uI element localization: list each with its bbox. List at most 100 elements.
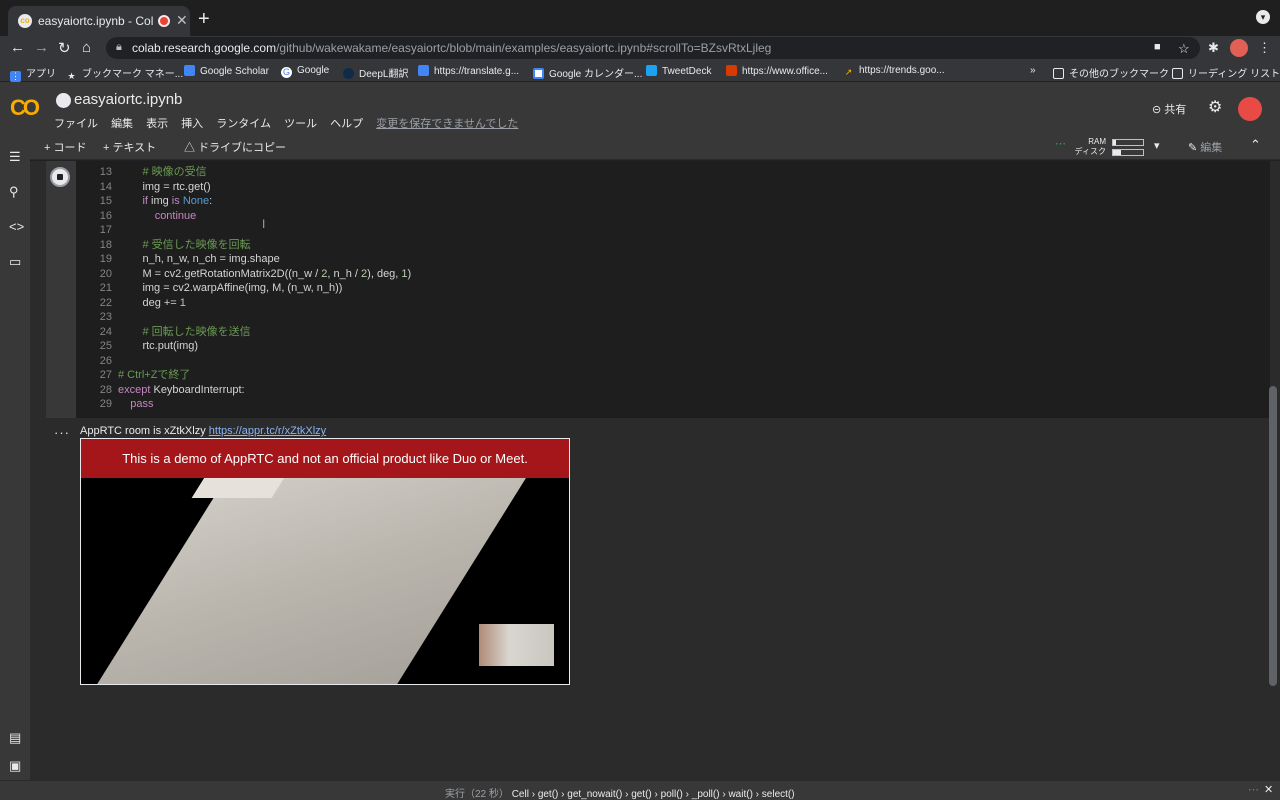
command-palette-icon[interactable]: ▤	[9, 730, 21, 746]
camera-icon[interactable]: ■	[1154, 41, 1161, 53]
browser-menu-icon[interactable]: ⋮	[1258, 40, 1271, 56]
browser-tab[interactable]: co easyaiortc.ipynb - Colabora ✕	[8, 6, 190, 36]
bookmark-star-icon[interactable]: ☆	[1178, 41, 1190, 57]
code-line[interactable]: 29 pass	[78, 397, 411, 412]
stack-frame: wait() ›	[728, 789, 762, 800]
execution-status[interactable]: 実行（22 秒） Cell › get() › get_nowait() › g…	[445, 785, 795, 800]
menu-runtime[interactable]: ランタイム	[216, 118, 271, 130]
tab-search-icon[interactable]: ▾	[1256, 10, 1270, 24]
code-line[interactable]: 23	[78, 310, 411, 325]
line-number: 15	[99, 195, 112, 207]
notebook-title[interactable]: easyaiortc.ipynb	[74, 91, 182, 108]
pencil-icon: ✎	[1188, 142, 1201, 154]
colab-logo[interactable]: CO	[10, 95, 40, 121]
settings-gear-icon[interactable]: ⚙	[1208, 97, 1222, 117]
edit-button[interactable]: ✎ 編集	[1188, 139, 1222, 155]
lock-icon: 🔒︎	[116, 41, 122, 53]
files-folder-icon[interactable]: ▭	[9, 254, 21, 270]
menu-file[interactable]: ファイル	[54, 118, 98, 130]
menu-tools[interactable]: ツール	[284, 118, 317, 130]
code-line[interactable]: 18 # 受信した映像を回転	[78, 238, 411, 253]
code-snippets-icon[interactable]: <>	[9, 219, 24, 234]
menu-view[interactable]: 表示	[146, 118, 168, 130]
forward-icon[interactable]: →	[34, 39, 49, 56]
unsaved-notice-link[interactable]: 変更を保存できませんでした	[376, 118, 518, 130]
code-line[interactable]: 28 except KeyboardInterrupt:	[78, 383, 411, 398]
line-number: 29	[99, 398, 112, 410]
bookmark-trends[interactable]: ↗ https://trends.goo...	[843, 65, 945, 78]
new-tab-button[interactable]: +	[198, 8, 210, 31]
reading-list[interactable]: リーディング リスト	[1172, 65, 1280, 80]
code-line[interactable]: 27 # Ctrl+Zで終了	[78, 368, 411, 383]
code-line[interactable]: 19 n_h, n_w, n_ch = img.shape	[78, 252, 411, 267]
back-icon[interactable]: ←	[10, 39, 25, 56]
bookmark-apps[interactable]: ⋮ アプリ	[10, 65, 56, 82]
code-line[interactable]: 17	[78, 223, 411, 238]
close-tab-icon[interactable]: ✕	[176, 12, 188, 29]
bookmark-google[interactable]: G Google	[281, 65, 329, 78]
code-line[interactable]: 26	[78, 354, 411, 369]
search-icon[interactable]: ⚲	[9, 184, 19, 200]
twitter-icon	[646, 65, 657, 76]
menu-edit[interactable]: 編集	[111, 118, 133, 130]
notebook-scrollbar[interactable]	[1269, 386, 1277, 686]
calendar-icon	[533, 68, 544, 79]
drive-icon: △	[184, 142, 199, 154]
code-line[interactable]: 20 M = cv2.getRotationMatrix2D((n_w / 2,…	[78, 267, 411, 282]
cell-toolbar: + コード + テキスト △ ドライブにコピー ⋯ RAM ディスク ▾ ✎ 編集…	[0, 134, 1280, 160]
collapse-header-icon[interactable]: ⌃	[1250, 137, 1261, 153]
code-editor[interactable]: 13 # 映像の受信 14 img = rtc.get() 15 if img is…	[78, 165, 411, 412]
code-cell[interactable]: 13 # 映像の受信 14 img = rtc.get() 15 if img is…	[46, 161, 1270, 418]
extensions-icon[interactable]: ✱	[1208, 40, 1219, 56]
code-line[interactable]: 25 rtc.put(img)	[78, 339, 411, 354]
room-link[interactable]: https://appr.tc/r/xZtkXlzy	[209, 425, 326, 437]
bookmark-manager[interactable]: ★ ブックマーク マネー...	[66, 65, 183, 82]
table-of-contents-icon[interactable]: ☰	[9, 149, 21, 165]
output-menu-icon[interactable]: ···	[54, 425, 70, 440]
menu-insert[interactable]: 挿入	[181, 118, 203, 130]
code-line[interactable]: 15 if img is None:	[78, 194, 411, 209]
code-line[interactable]: 24 # 回転した映像を送信	[78, 325, 411, 340]
code-line[interactable]: 13 # 映像の受信	[78, 165, 411, 180]
address-bar[interactable]: 🔒︎ colab.research.google.com/github/wake…	[106, 37, 1200, 59]
bookmark-calendar[interactable]: Google カレンダー...	[533, 65, 642, 80]
bookmark-translate[interactable]: https://translate.g...	[418, 65, 519, 77]
close-status-icon[interactable]: ✕	[1264, 783, 1273, 796]
scholar-icon	[184, 65, 195, 76]
other-bookmarks[interactable]: その他のブックマーク	[1053, 65, 1169, 80]
link-icon: ⊝	[1152, 104, 1165, 116]
code-line[interactable]: 16 continue	[78, 209, 411, 224]
code-text: deg += 1	[142, 296, 186, 309]
code-line[interactable]: 22 deg += 1	[78, 296, 411, 311]
line-number: 20	[99, 267, 112, 280]
bookmark-scholar[interactable]: Google Scholar	[184, 65, 269, 77]
bookmark-tweetdeck[interactable]: TweetDeck	[646, 65, 711, 77]
trends-icon: ↗	[844, 67, 853, 77]
reload-icon[interactable]: ↻	[58, 39, 71, 57]
bookmark-office[interactable]: https://www.office...	[726, 65, 828, 77]
line-number: 26	[99, 354, 112, 367]
code-line[interactable]: 14 img = rtc.get()	[78, 180, 411, 195]
bookmark-deepl[interactable]: DeepL翻訳	[343, 65, 408, 80]
menu-help[interactable]: ヘルプ	[330, 118, 363, 130]
code-line[interactable]: 21 img = cv2.warpAffine(img, M, (n_w, n_…	[78, 281, 411, 296]
status-indicator-icon: ⋯	[1248, 784, 1259, 796]
terminal-icon[interactable]: ▣	[9, 758, 21, 774]
copy-to-drive-button[interactable]: △ ドライブにコピー	[184, 139, 286, 155]
bookmarks-overflow[interactable]: »	[1030, 65, 1036, 76]
resources-dropdown-icon[interactable]: ▾	[1154, 139, 1160, 152]
home-icon[interactable]: ⌂	[82, 39, 91, 56]
profile-avatar[interactable]	[1230, 39, 1248, 57]
stack-frame: get_nowait() ›	[567, 789, 632, 800]
stop-execution-button[interactable]	[50, 167, 70, 187]
line-number: 28	[99, 383, 112, 396]
user-avatar[interactable]	[1238, 97, 1262, 121]
share-button[interactable]: ⊝ 共有	[1152, 101, 1186, 117]
add-code-button[interactable]: + コード	[44, 139, 86, 155]
resource-labels[interactable]: RAM ディスク	[1070, 137, 1106, 157]
add-text-button[interactable]: + テキスト	[103, 139, 156, 155]
deepl-icon	[343, 68, 354, 79]
apprtc-frame[interactable]: This is a demo of AppRTC and not an offi…	[80, 438, 570, 685]
remote-video	[81, 478, 569, 684]
code-text: # 回転した映像を送信	[142, 325, 251, 338]
